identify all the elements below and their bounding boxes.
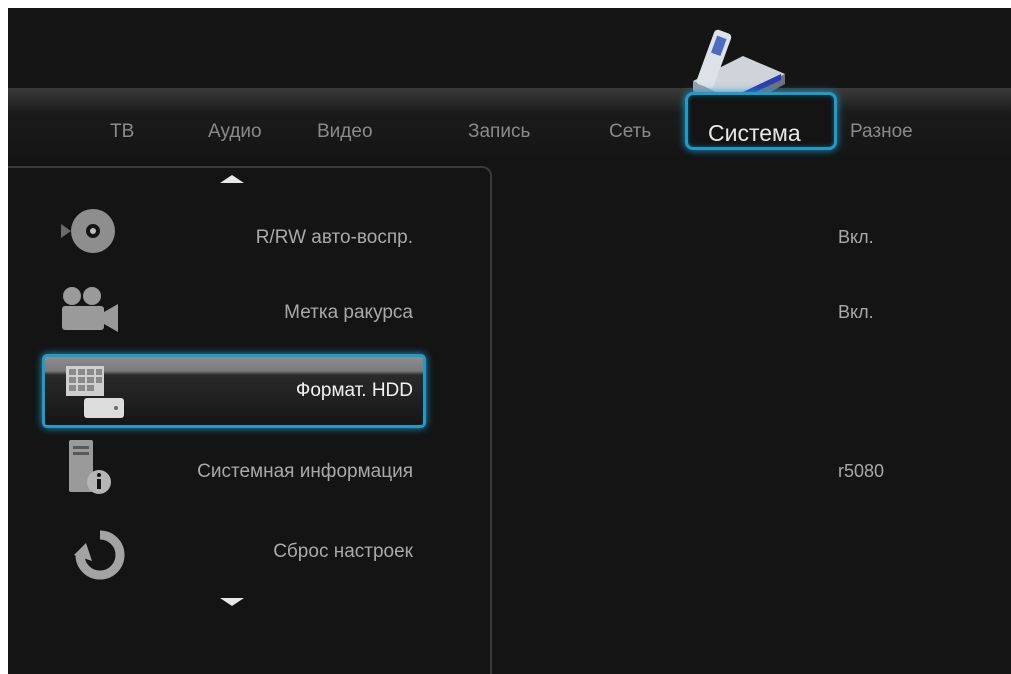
hdd-format-icon bbox=[66, 366, 124, 418]
tab-video[interactable]: Видео bbox=[317, 121, 373, 143]
top-bar bbox=[8, 8, 1011, 88]
tab-system-label: Система bbox=[708, 120, 801, 146]
menu-item-angle-mark[interactable]: Метка ракурса bbox=[284, 302, 413, 324]
menu-item-reset-settings[interactable]: Сброс настроек bbox=[273, 541, 413, 563]
tab-network[interactable]: Сеть bbox=[609, 121, 651, 143]
tab-misc[interactable]: Разное bbox=[850, 121, 913, 143]
menu-item-system-info[interactable]: Системная информация bbox=[197, 461, 413, 483]
disc-icon bbox=[61, 209, 115, 253]
tab-system[interactable]: Система bbox=[685, 92, 837, 150]
angle-mark-value: Вкл. bbox=[838, 302, 874, 322]
tv-settings-screen: ТВ Аудио Видео Запись Сеть Система Разно… bbox=[8, 8, 1011, 674]
system-info-icon bbox=[69, 440, 111, 494]
tab-audio[interactable]: Аудио bbox=[208, 121, 262, 143]
rw-autoplay-value: Вкл. bbox=[838, 227, 874, 247]
scroll-up-arrow-icon[interactable] bbox=[220, 175, 244, 183]
menu-item-format-hdd: Формат. HDD bbox=[295, 380, 413, 401]
menu-item-rw-autoplay[interactable]: R/RW авто-воспр. bbox=[256, 227, 413, 249]
camera-icon bbox=[62, 287, 118, 332]
tab-tv[interactable]: ТВ bbox=[110, 121, 134, 143]
scroll-down-arrow-icon[interactable] bbox=[220, 598, 244, 606]
tab-recording[interactable]: Запись bbox=[468, 121, 530, 143]
system-info-value: r5080 bbox=[838, 461, 885, 481]
reset-icon bbox=[74, 530, 125, 580]
